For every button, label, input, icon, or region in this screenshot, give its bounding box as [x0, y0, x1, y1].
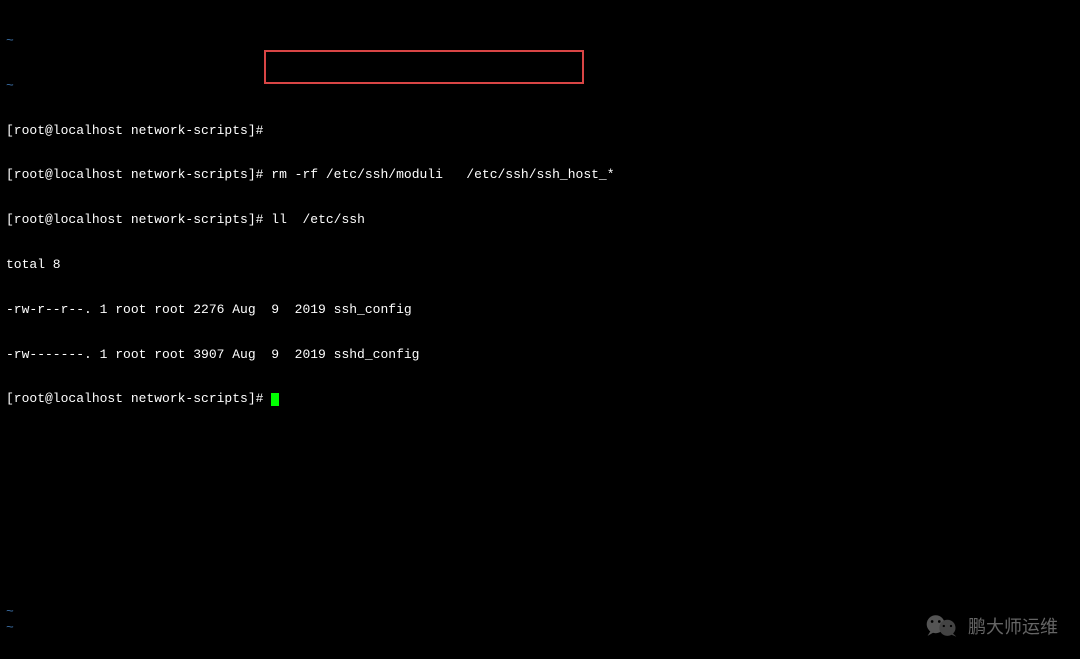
prompt-line-active[interactable]: [root@localhost network-scripts]# [6, 392, 1074, 407]
watermark-text: 鹏大师运维 [968, 613, 1058, 639]
output-file-listing: -rw-r--r--. 1 root root 2276 Aug 9 2019 … [6, 303, 1074, 318]
prompt-line: [root@localhost network-scripts]# [6, 124, 1074, 139]
shell-prompt: [root@localhost network-scripts]# [6, 167, 263, 182]
vim-tilde: ~ [6, 79, 1074, 94]
output-total: total 8 [6, 258, 1074, 273]
terminal-cursor [271, 393, 279, 406]
output-file-listing: -rw-------. 1 root root 3907 Aug 9 2019 … [6, 348, 1074, 363]
watermark: 鹏大师运维 [924, 611, 1058, 641]
shell-prompt: [root@localhost network-scripts]# [6, 391, 263, 406]
vim-tilde: ~ [6, 604, 14, 619]
wechat-icon [924, 611, 960, 641]
command-text: rm -rf /etc/ssh/moduli /etc/ssh/ssh_host… [271, 167, 614, 182]
shell-prompt: [root@localhost network-scripts]# [6, 123, 263, 138]
vim-tilde: ~ [6, 620, 14, 635]
vim-tilde: ~ [6, 34, 1074, 49]
command-line: [root@localhost network-scripts]# rm -rf… [6, 168, 1074, 183]
command-line: [root@localhost network-scripts]# ll /et… [6, 213, 1074, 228]
terminal-window[interactable]: ~ ~ [root@localhost network-scripts]# [r… [0, 0, 1080, 426]
command-text: ll /etc/ssh [271, 212, 365, 227]
shell-prompt: [root@localhost network-scripts]# [6, 212, 263, 227]
